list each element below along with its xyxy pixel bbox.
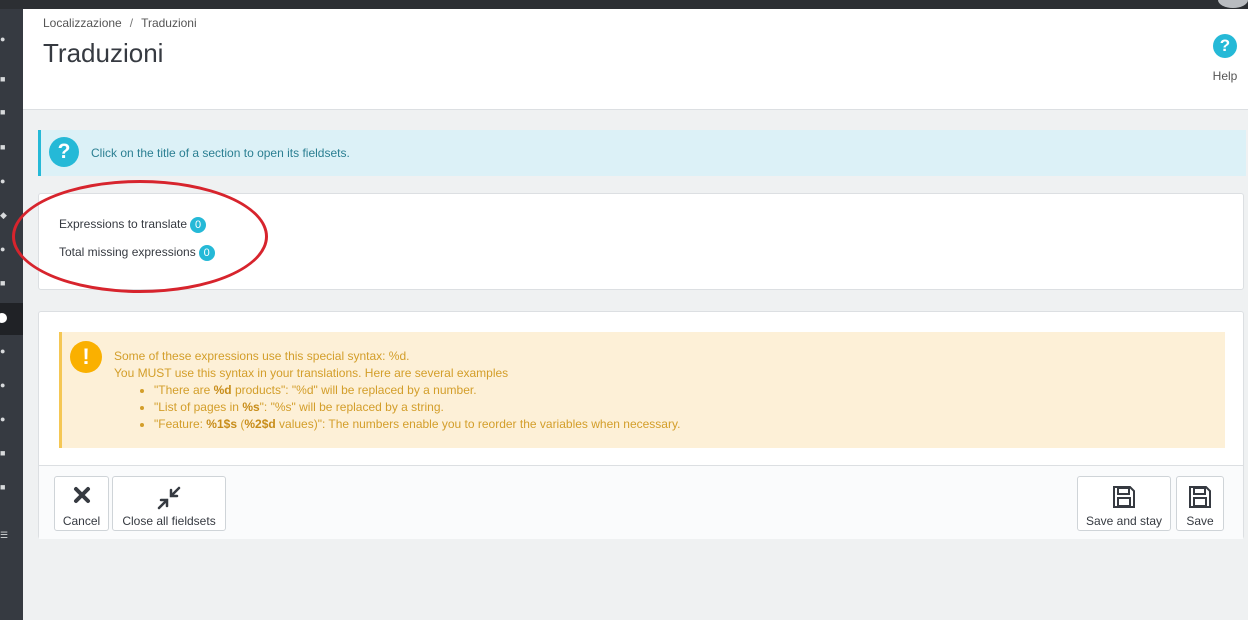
translations-form-panel: ! Some of these expressions use this spe… bbox=[38, 311, 1244, 539]
orders-icon[interactable]: ■ bbox=[0, 108, 8, 116]
info-alert-text: Click on the title of a section to open … bbox=[91, 146, 350, 160]
cancel-label: Cancel bbox=[62, 514, 101, 528]
search-icon[interactable]: ● bbox=[0, 35, 8, 43]
example-code: %1$s bbox=[206, 417, 237, 431]
list-item: "Feature: %1$s (%2$d values)": The numbe… bbox=[154, 416, 680, 433]
menu-icon[interactable]: ☰ bbox=[0, 531, 8, 539]
avatar[interactable] bbox=[1218, 0, 1248, 8]
shipping-icon[interactable]: ● bbox=[0, 347, 8, 355]
example-code: %d bbox=[213, 383, 232, 397]
annotation-ellipse bbox=[12, 180, 268, 293]
warning-line: Some of these expressions use this speci… bbox=[114, 349, 410, 363]
list-item: "There are %d products": "%d" will be re… bbox=[154, 382, 680, 399]
save-icon bbox=[1078, 485, 1170, 511]
example-text: "List of pages in bbox=[154, 400, 243, 414]
save-icon bbox=[1177, 485, 1223, 511]
settings-icon[interactable]: ● bbox=[0, 381, 8, 389]
compress-icon bbox=[113, 485, 225, 511]
panel-footer: Cancel Close all fieldsets Save and stay… bbox=[39, 465, 1243, 539]
example-text: "There are bbox=[154, 383, 214, 397]
question-circle-icon: ? bbox=[49, 137, 79, 167]
breadcrumb-item-translations: Traduzioni bbox=[141, 16, 197, 30]
save-label: Save bbox=[1186, 514, 1214, 528]
page-header: Localizzazione / Traduzioni Traduzioni ? H… bbox=[23, 9, 1248, 110]
breadcrumb: Localizzazione / Traduzioni bbox=[43, 16, 197, 30]
question-circle-icon: ? bbox=[1213, 34, 1237, 58]
help-label: Help bbox=[1212, 69, 1238, 83]
examples-list: "There are %d products": "%d" will be re… bbox=[114, 382, 680, 433]
sidebar-item-localization[interactable] bbox=[0, 303, 23, 335]
close-all-fieldsets-label: Close all fieldsets bbox=[122, 514, 216, 528]
breadcrumb-separator: / bbox=[129, 16, 134, 30]
globe-icon bbox=[0, 313, 7, 323]
help-button[interactable]: ? Help bbox=[1210, 34, 1240, 83]
example-text: products": "%d" will be replaced by a nu… bbox=[231, 383, 477, 397]
save-button[interactable]: Save bbox=[1176, 476, 1224, 531]
warning-body: Some of these expressions use this speci… bbox=[114, 348, 680, 433]
top-bar bbox=[0, 0, 1248, 9]
example-code: %s bbox=[242, 400, 260, 414]
breadcrumb-item-localization[interactable]: Localizzazione bbox=[43, 16, 122, 30]
sidebar: ● ■ ■ ■ ● ◆ ● ■ ● ● ● ■ ■ ☰ bbox=[0, 9, 23, 620]
example-text: "Feature: bbox=[154, 417, 207, 431]
info-alert: ? Click on the title of a section to ope… bbox=[38, 130, 1246, 176]
design-icon[interactable]: ■ bbox=[0, 279, 8, 287]
price-rules-icon[interactable]: ◆ bbox=[0, 211, 8, 219]
list-item: "List of pages in %s": "%s" will be repl… bbox=[154, 399, 680, 416]
warning-line: You MUST use this syntax in your transla… bbox=[114, 366, 509, 380]
store-icon[interactable]: ■ bbox=[0, 483, 8, 491]
close-all-fieldsets-button[interactable]: Close all fieldsets bbox=[112, 476, 226, 531]
advanced-icon[interactable]: ● bbox=[0, 415, 8, 423]
close-icon bbox=[55, 485, 108, 511]
modules-icon[interactable]: ● bbox=[0, 245, 8, 253]
example-text: ": "%s" will be replaced by a string. bbox=[259, 400, 444, 414]
exclamation-circle-icon: ! bbox=[70, 341, 102, 373]
stats-icon[interactable]: ■ bbox=[0, 449, 8, 457]
cancel-button[interactable]: Cancel bbox=[54, 476, 109, 531]
save-and-stay-label: Save and stay bbox=[1085, 514, 1163, 528]
page-title: Traduzioni bbox=[43, 38, 164, 68]
example-text: values)": The numbers enable you to reor… bbox=[275, 417, 681, 431]
customers-icon[interactable]: ● bbox=[0, 177, 8, 185]
example-code: %2$d bbox=[244, 417, 276, 431]
save-and-stay-button[interactable]: Save and stay bbox=[1077, 476, 1171, 531]
dashboard-icon[interactable]: ■ bbox=[0, 75, 8, 83]
catalog-icon[interactable]: ■ bbox=[0, 143, 8, 151]
warning-alert: ! Some of these expressions use this spe… bbox=[59, 332, 1225, 448]
